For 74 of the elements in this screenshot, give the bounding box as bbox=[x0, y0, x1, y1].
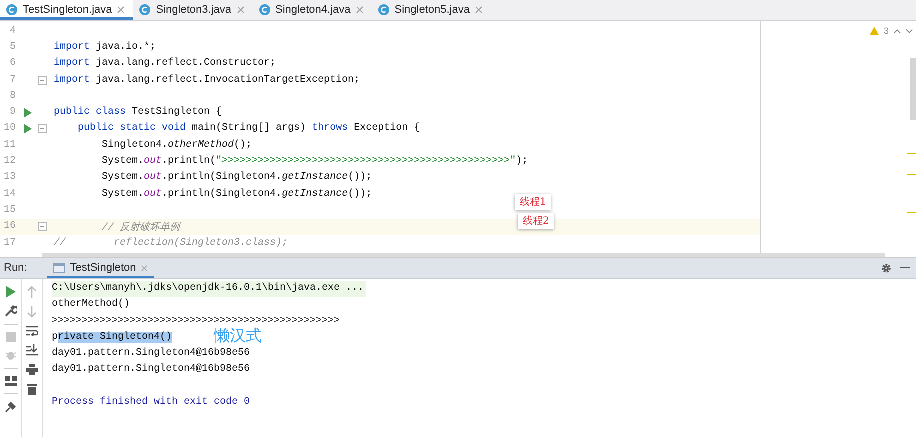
minimize-icon[interactable] bbox=[900, 267, 910, 269]
warning-count[interactable]: 3 bbox=[884, 26, 889, 36]
line-number: 10 bbox=[2, 123, 17, 134]
code-line: public class TestSingleton { bbox=[53, 107, 222, 118]
annotation-label: 线程2 bbox=[518, 213, 554, 229]
code-line: import java.lang.reflect.Constructor; bbox=[53, 58, 276, 70]
line-number: 13 bbox=[2, 172, 17, 184]
line-number: 9 bbox=[8, 107, 17, 118]
code-line: import java.io.*; bbox=[53, 42, 156, 53]
code-line: System.out.println(Singleton4.getInstance()); bbox=[101, 172, 372, 184]
arrow-up-icon[interactable] bbox=[27, 286, 37, 298]
class-icon bbox=[258, 4, 271, 16]
code-line: // reflection(Singleton3.class); bbox=[53, 238, 288, 248]
editor-tab[interactable]: Singleton5.java bbox=[372, 0, 491, 20]
vertical-scrollbar[interactable] bbox=[910, 58, 916, 120]
run-label: Run: bbox=[4, 262, 28, 274]
line-number: 16 bbox=[2, 221, 17, 232]
chevron-up-icon[interactable] bbox=[894, 28, 901, 34]
close-icon[interactable] bbox=[141, 264, 148, 272]
fold-icon[interactable] bbox=[38, 76, 47, 85]
horizontal-scrollbar[interactable] bbox=[42, 253, 885, 257]
scroll-to-end-icon[interactable] bbox=[26, 344, 38, 356]
close-icon[interactable] bbox=[117, 6, 126, 14]
pin-icon[interactable] bbox=[4, 401, 16, 413]
console-icon bbox=[53, 263, 66, 273]
close-icon[interactable] bbox=[356, 6, 364, 14]
console-line: otherMethod() bbox=[52, 298, 132, 312]
stop-icon[interactable] bbox=[6, 332, 16, 342]
code-line: System.out.println(">>>>>>>>>>>>>>>>>>>>>>>>>>>>>>>>>>>>>>>>>>>>>>>>"); bbox=[101, 156, 528, 168]
line-number: 14 bbox=[2, 188, 17, 200]
line-number: 5 bbox=[8, 42, 17, 53]
close-icon[interactable] bbox=[236, 6, 245, 14]
line-number: 4 bbox=[8, 26, 17, 37]
code-line: // 反射破坏单例 bbox=[101, 220, 180, 234]
code-line: public static void main(String[] args) throws Exception { bbox=[77, 123, 420, 134]
fold-icon[interactable] bbox=[38, 124, 47, 134]
class-icon bbox=[6, 4, 18, 16]
console-line: >>>>>>>>>>>>>>>>>>>>>>>>>>>>>>>>>>>>>>>>>>>>>>>> bbox=[52, 314, 342, 328]
bug-icon[interactable] bbox=[4, 349, 16, 361]
arrow-down-icon[interactable] bbox=[27, 306, 37, 318]
settings-icon[interactable] bbox=[881, 262, 892, 274]
annotation-label: 懒汉式 bbox=[214, 326, 262, 347]
line-number: 7 bbox=[8, 74, 17, 86]
console-line: day01.pattern.Singleton4@16b98e56 bbox=[52, 346, 252, 362]
run-icon[interactable] bbox=[24, 108, 32, 118]
warning-icon[interactable] bbox=[870, 27, 879, 35]
run-tab[interactable]: TestSingleton bbox=[47, 258, 154, 278]
line-number: 6 bbox=[8, 58, 17, 70]
chevron-down-icon[interactable] bbox=[906, 28, 913, 34]
line-number: 12 bbox=[2, 156, 17, 168]
run-icon[interactable] bbox=[24, 124, 32, 134]
line-number: 15 bbox=[2, 204, 17, 216]
editor-tab[interactable]: Singleton4.java bbox=[252, 0, 372, 20]
layout-icon[interactable] bbox=[4, 376, 16, 386]
line-number: 8 bbox=[8, 90, 17, 102]
fold-icon[interactable] bbox=[38, 222, 47, 232]
line-number: 17 bbox=[2, 238, 17, 248]
run-icon[interactable] bbox=[6, 286, 16, 298]
editor-tab[interactable]: TestSingleton.java bbox=[0, 0, 134, 20]
console-line: Process finished with exit code 0 bbox=[52, 396, 252, 410]
line-number: 11 bbox=[2, 140, 17, 151]
close-icon[interactable] bbox=[474, 6, 483, 14]
trash-icon[interactable] bbox=[27, 383, 37, 395]
console-line: day01.pattern.Singleton4@16b98e56 bbox=[52, 362, 252, 378]
editor-tab[interactable]: Singleton3.java bbox=[133, 0, 253, 20]
code-line: System.out.println(Singleton4.getInstance()); bbox=[101, 188, 372, 200]
class-icon bbox=[139, 4, 152, 16]
code-line: import java.lang.reflect.InvocationTargetException; bbox=[53, 74, 360, 86]
soft-wrap-icon[interactable] bbox=[26, 326, 38, 336]
class-icon bbox=[378, 4, 390, 16]
wrench-icon[interactable] bbox=[4, 305, 16, 317]
print-icon[interactable] bbox=[26, 364, 38, 375]
code-line: Singleton4.otherMethod(); bbox=[101, 140, 252, 151]
annotation-label: 线程1 bbox=[515, 194, 552, 210]
